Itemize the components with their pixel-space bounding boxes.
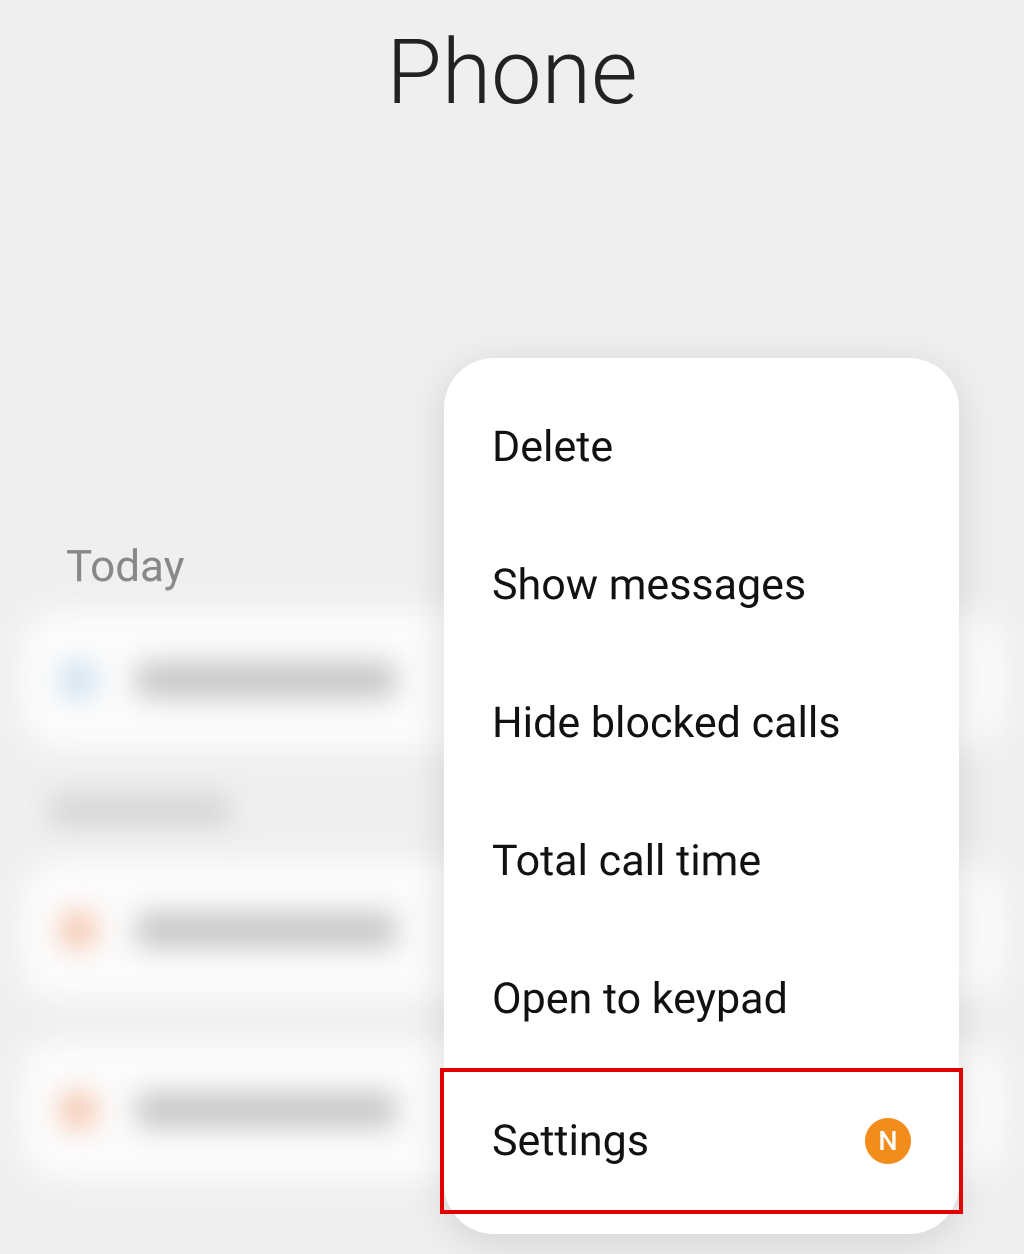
menu-item-hide-blocked-calls[interactable]: Hide blocked calls (444, 654, 959, 792)
menu-item-label: Open to keypad (492, 974, 788, 1024)
new-badge-icon: N (865, 1118, 911, 1164)
menu-item-open-to-keypad[interactable]: Open to keypad (444, 930, 959, 1068)
overflow-menu: Delete Show messages Hide blocked calls … (444, 358, 959, 1234)
section-header-today: Today (66, 540, 184, 592)
menu-item-settings[interactable]: Settings N (440, 1068, 963, 1214)
menu-item-delete[interactable]: Delete (444, 378, 959, 516)
menu-item-label: Total call time (492, 836, 761, 886)
menu-item-total-call-time[interactable]: Total call time (444, 792, 959, 930)
menu-item-label: Show messages (492, 560, 806, 610)
menu-item-show-messages[interactable]: Show messages (444, 516, 959, 654)
menu-item-label: Delete (492, 422, 613, 472)
menu-item-label: Hide blocked calls (492, 698, 841, 748)
page-title: Phone (0, 20, 1024, 125)
menu-item-label: Settings (492, 1116, 649, 1166)
